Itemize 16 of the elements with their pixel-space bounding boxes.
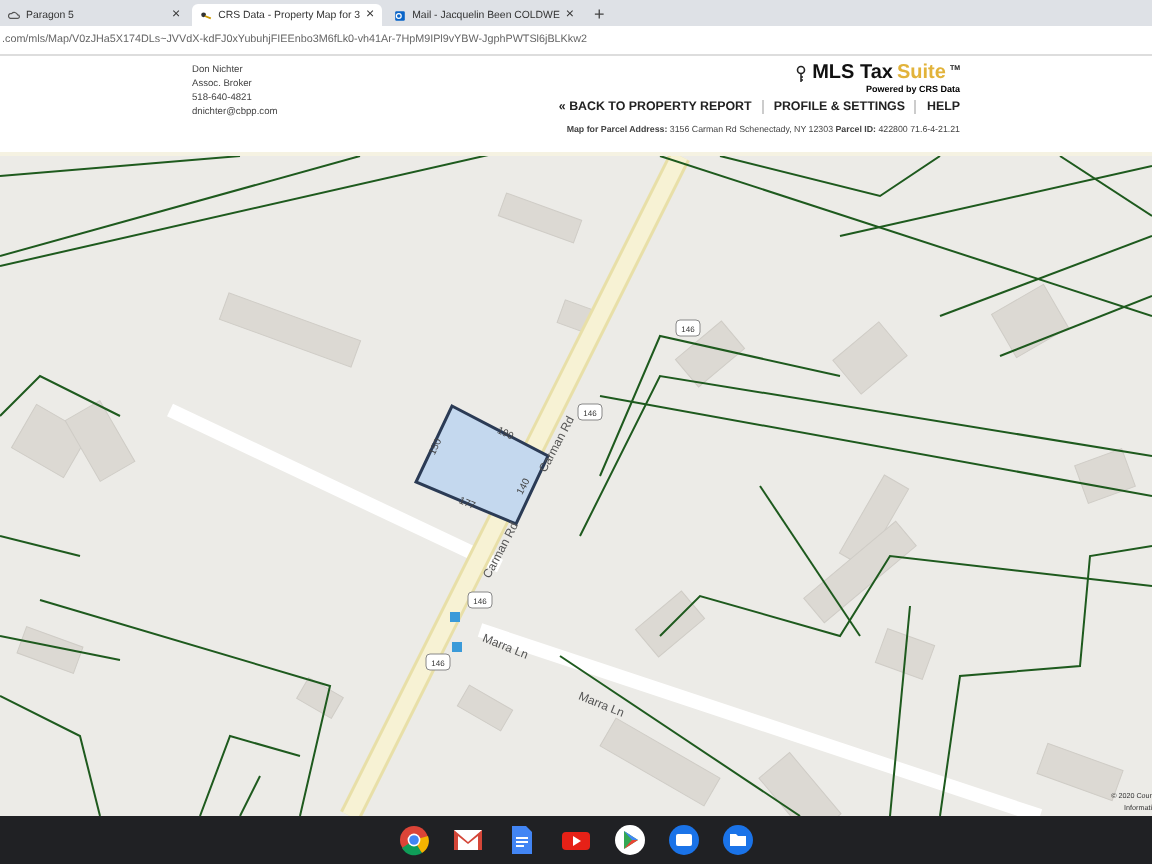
mail-icon[interactable] <box>452 824 484 856</box>
bus-stop-icon <box>450 612 460 622</box>
play-store-icon[interactable] <box>614 824 646 856</box>
logo-text: Suite <box>896 64 946 84</box>
document-icon[interactable] <box>506 824 538 856</box>
key-icon <box>796 64 807 84</box>
mail-icon <box>394 9 407 21</box>
key-icon <box>200 9 213 21</box>
logo-text: MLS Tax <box>812 64 893 84</box>
new-tab-button[interactable]: + <box>586 4 613 26</box>
cloud-icon <box>8 9 20 21</box>
messages-icon[interactable] <box>668 824 700 856</box>
folder-icon[interactable] <box>722 824 754 856</box>
building-shape <box>674 320 746 388</box>
chrome-icon[interactable] <box>398 824 430 856</box>
bus-stop-icon <box>452 642 462 652</box>
